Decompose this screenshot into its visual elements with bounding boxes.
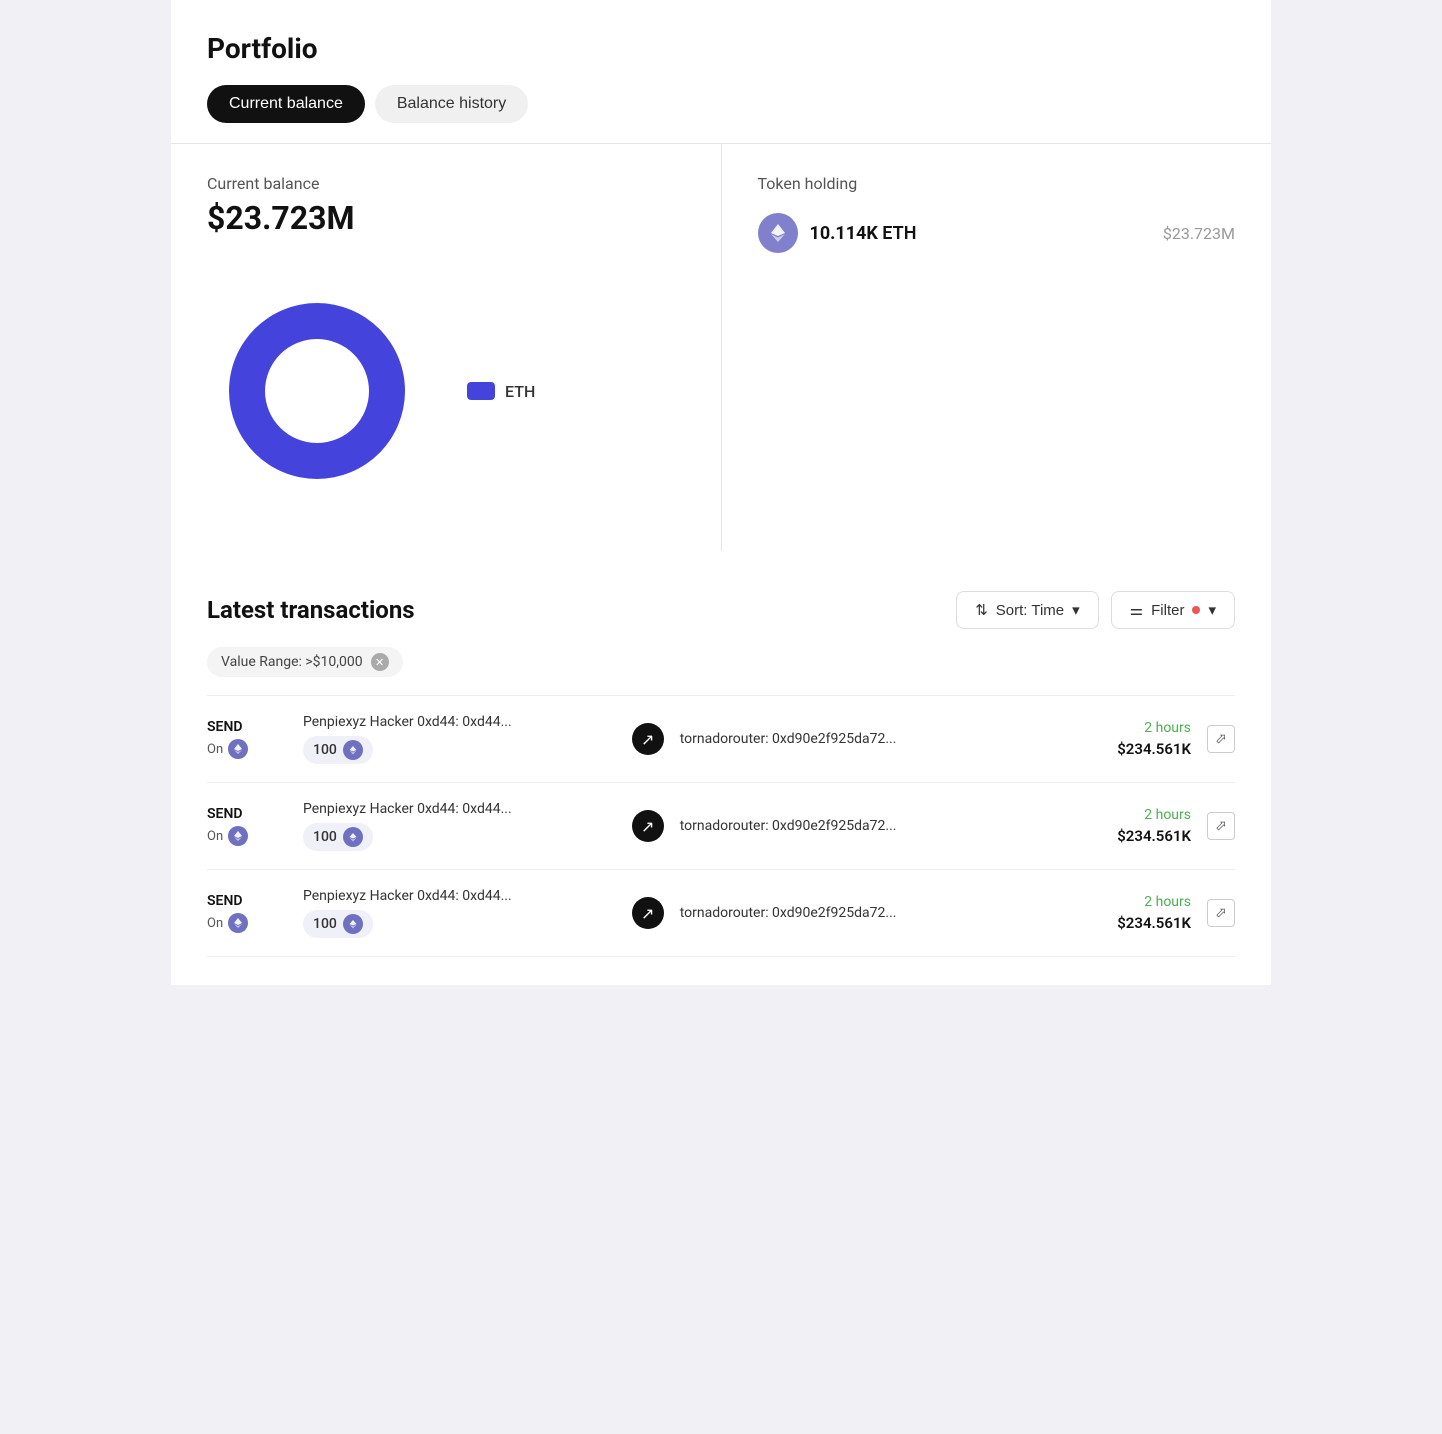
tx-to-col: tornadorouter: 0xd90e2f925da72... xyxy=(680,731,1055,747)
eth-network-icon xyxy=(228,826,248,846)
page-title: Portfolio xyxy=(207,32,1235,65)
tx-usd: $234.561K xyxy=(1071,740,1191,758)
filter-tag-close[interactable]: ✕ xyxy=(371,653,389,671)
tx-from-col: Penpiexyz Hacker 0xd44: 0xd44... 100 xyxy=(303,801,616,851)
chart-area: ETH xyxy=(207,261,685,521)
tx-amount: 100 xyxy=(313,829,337,845)
tx-amount: 100 xyxy=(313,916,337,932)
tx-type: SEND xyxy=(207,806,287,822)
tx-on: On xyxy=(207,826,287,846)
tx-external-link[interactable]: ⬀ xyxy=(1207,899,1235,927)
tx-arrow-col: ↗ xyxy=(632,810,664,842)
tx-time: 2 hours xyxy=(1071,807,1191,823)
tx-to-col: tornadorouter: 0xd90e2f925da72... xyxy=(680,818,1055,834)
tx-arrow-col: ↗ xyxy=(632,723,664,755)
filter-chevron-icon: ▾ xyxy=(1208,601,1216,619)
tx-external-link[interactable]: ⬀ xyxy=(1207,812,1235,840)
balance-amount: $23.723M xyxy=(207,199,685,237)
tx-type: SEND xyxy=(207,893,287,909)
tx-from-col: Penpiexyz Hacker 0xd44: 0xd44... 100 xyxy=(303,888,616,938)
eth-amount-icon xyxy=(343,827,363,847)
tx-on: On xyxy=(207,913,287,933)
tx-time: 2 hours xyxy=(1071,894,1191,910)
tx-amount-badge: 100 xyxy=(303,736,373,764)
tx-title: Latest transactions xyxy=(207,596,415,624)
tx-type: SEND xyxy=(207,719,287,735)
sort-label: Sort: Time xyxy=(996,602,1064,619)
token-row: 10.114K ETH $23.723M xyxy=(758,213,1236,253)
tx-arrow-col: ↗ xyxy=(632,897,664,929)
sort-button[interactable]: ⇅ Sort: Time ▾ xyxy=(956,591,1098,629)
token-amount: 10.114K ETH xyxy=(810,223,917,244)
portfolio-section: Current balance $23.723M ETH Token holdi… xyxy=(171,143,1271,551)
tx-list: SEND On Penpiexyz Hacker 0xd44: 0xd44...… xyxy=(207,695,1235,957)
tx-time-col: 2 hours $234.561K xyxy=(1071,807,1191,845)
table-row: SEND On Penpiexyz Hacker 0xd44: 0xd44...… xyxy=(207,870,1235,957)
eth-amount-icon xyxy=(343,740,363,760)
filter-icon: ⚌ xyxy=(1130,601,1143,619)
tx-amount-badge: 100 xyxy=(303,910,373,938)
tx-time-col: 2 hours $234.561K xyxy=(1071,894,1191,932)
tx-from-name: Penpiexyz Hacker 0xd44: 0xd44... xyxy=(303,888,616,904)
tx-external-link[interactable]: ⬀ xyxy=(1207,725,1235,753)
legend-label-eth: ETH xyxy=(505,382,535,401)
tx-amount-badge: 100 xyxy=(303,823,373,851)
tx-usd: $234.561K xyxy=(1071,827,1191,845)
eth-network-icon xyxy=(228,739,248,759)
tx-arrow-icon: ↗ xyxy=(632,897,664,929)
tx-on-label: On xyxy=(207,742,223,757)
tx-time: 2 hours xyxy=(1071,720,1191,736)
filter-button[interactable]: ⚌ Filter ▾ xyxy=(1111,591,1235,629)
eth-network-icon xyxy=(228,913,248,933)
tx-time-col: 2 hours $234.561K xyxy=(1071,720,1191,758)
tx-amount: 100 xyxy=(313,742,337,758)
legend-color-eth xyxy=(467,382,495,400)
tx-arrow-icon: ↗ xyxy=(632,723,664,755)
page-header: Portfolio Current balance Balance histor… xyxy=(171,0,1271,143)
filter-tag-label: Value Range: >$10,000 xyxy=(221,654,363,670)
table-row: SEND On Penpiexyz Hacker 0xd44: 0xd44...… xyxy=(207,783,1235,870)
tx-to-col: tornadorouter: 0xd90e2f925da72... xyxy=(680,905,1055,921)
donut-chart xyxy=(207,281,427,501)
tx-arrow-icon: ↗ xyxy=(632,810,664,842)
tx-on-label: On xyxy=(207,916,223,931)
token-value: $23.723M xyxy=(1163,224,1235,243)
tx-from-name: Penpiexyz Hacker 0xd44: 0xd44... xyxy=(303,714,616,730)
tx-type-col: SEND On xyxy=(207,719,287,759)
eth-icon xyxy=(758,213,798,253)
token-info: 10.114K ETH xyxy=(758,213,917,253)
balance-label: Current balance xyxy=(207,174,685,193)
tx-from-name: Penpiexyz Hacker 0xd44: 0xd44... xyxy=(303,801,616,817)
tx-on-label: On xyxy=(207,829,223,844)
transactions-section: Latest transactions ⇅ Sort: Time ▾ ⚌ Fil… xyxy=(171,563,1271,985)
tx-on: On xyxy=(207,739,287,759)
chart-legend: ETH xyxy=(467,382,535,401)
tx-header: Latest transactions ⇅ Sort: Time ▾ ⚌ Fil… xyxy=(207,591,1235,629)
tab-current-balance[interactable]: Current balance xyxy=(207,85,365,123)
sort-chevron-icon: ▾ xyxy=(1072,601,1080,619)
sort-icon: ⇅ xyxy=(975,601,988,619)
filter-tag: Value Range: >$10,000 ✕ xyxy=(207,647,403,677)
tx-type-col: SEND On xyxy=(207,806,287,846)
tx-from-col: Penpiexyz Hacker 0xd44: 0xd44... 100 xyxy=(303,714,616,764)
token-panel-title: Token holding xyxy=(758,174,1236,193)
eth-amount-icon xyxy=(343,914,363,934)
table-row: SEND On Penpiexyz Hacker 0xd44: 0xd44...… xyxy=(207,696,1235,783)
filter-label: Filter xyxy=(1151,602,1184,619)
tx-type-col: SEND On xyxy=(207,893,287,933)
tx-usd: $234.561K xyxy=(1071,914,1191,932)
filter-active-dot xyxy=(1192,606,1200,614)
tx-controls: ⇅ Sort: Time ▾ ⚌ Filter ▾ xyxy=(956,591,1235,629)
token-panel: Token holding 10.114K ETH $23.723M xyxy=(722,144,1272,551)
tab-balance-history[interactable]: Balance history xyxy=(375,85,528,123)
balance-panel: Current balance $23.723M ETH xyxy=(171,144,722,551)
tab-bar: Current balance Balance history xyxy=(207,85,1235,123)
